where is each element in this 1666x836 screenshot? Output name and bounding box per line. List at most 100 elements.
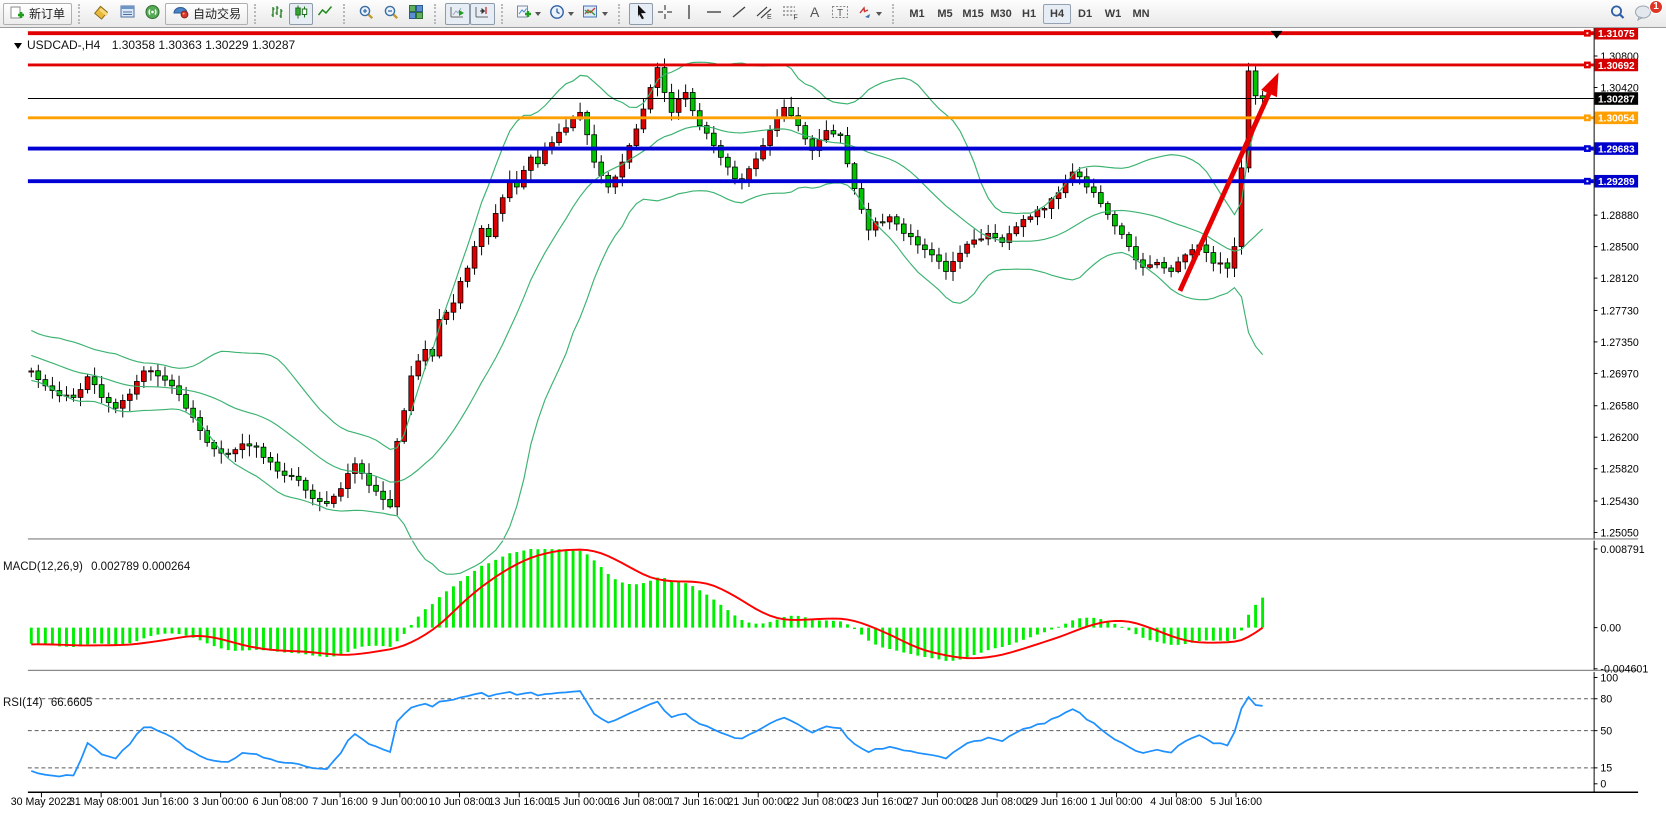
arrows-button[interactable] bbox=[853, 3, 886, 25]
price-tag-value: 1.31075 bbox=[1598, 29, 1635, 40]
panel-separator[interactable] bbox=[28, 538, 1638, 539]
rsi-axis-tick: 80 bbox=[1600, 694, 1612, 706]
time-axis-label: 1 Jul 00:00 bbox=[1091, 796, 1143, 808]
time-axis-label: 7 Jun 16:00 bbox=[312, 796, 368, 808]
price-axis-tick: 1.26200 bbox=[1600, 432, 1638, 444]
periods-button[interactable] bbox=[545, 3, 578, 25]
text-label-button[interactable]: T bbox=[827, 3, 853, 25]
time-axis-label: 6 Jun 08:00 bbox=[253, 796, 309, 808]
candlestick-chart-icon bbox=[293, 4, 309, 23]
price-tag-value: 1.30287 bbox=[1598, 94, 1635, 105]
horizontal-line-button[interactable] bbox=[701, 3, 727, 25]
time-axis-label: 1 Jun 16:00 bbox=[133, 796, 189, 808]
price-tag-value: 1.30054 bbox=[1598, 114, 1635, 125]
text-button[interactable]: A bbox=[803, 3, 827, 25]
panel-separator[interactable] bbox=[28, 670, 1638, 671]
periods-clock-icon bbox=[549, 4, 565, 23]
cursor-button[interactable] bbox=[629, 3, 653, 25]
rsi-axis-tick: 50 bbox=[1600, 726, 1612, 738]
templates-icon bbox=[582, 4, 599, 23]
toolbar-separator bbox=[892, 4, 899, 24]
time-axis-label: 29 Jun 16:00 bbox=[1026, 796, 1088, 808]
add-indicator-button[interactable] bbox=[512, 3, 545, 25]
chart-background bbox=[28, 28, 1638, 809]
price-axis-tick: 1.25820 bbox=[1600, 464, 1638, 476]
main-chart[interactable]: 1.308001.304201.288801.285001.281201.277… bbox=[0, 28, 1666, 836]
search-button[interactable] bbox=[1605, 3, 1630, 25]
toolbar-separator bbox=[343, 4, 350, 24]
timeframe-button-H1[interactable]: H1 bbox=[1015, 4, 1043, 24]
price-axis-tick: 1.25050 bbox=[1600, 527, 1638, 539]
timeframe-button-M15[interactable]: M15 bbox=[959, 4, 987, 24]
timeframe-button-D1[interactable]: D1 bbox=[1071, 4, 1099, 24]
data-window-button[interactable] bbox=[115, 3, 140, 25]
svg-text:F: F bbox=[794, 15, 798, 21]
line-chart-button[interactable] bbox=[313, 3, 337, 25]
data-window-icon bbox=[119, 4, 136, 23]
fibonacci-button[interactable]: F bbox=[777, 3, 803, 25]
templates-button[interactable] bbox=[578, 3, 612, 25]
price-axis-tick: 1.28500 bbox=[1600, 241, 1638, 253]
zoom-out-icon bbox=[383, 4, 400, 24]
line-chart-icon bbox=[317, 4, 333, 23]
text-label-icon: T bbox=[831, 4, 849, 23]
macd-name: MACD(12,26,9) bbox=[3, 561, 83, 573]
toolbar-separator bbox=[254, 4, 261, 24]
fibonacci-icon: F bbox=[781, 4, 799, 23]
market-watch-icon bbox=[93, 4, 111, 23]
macd-axis-tick: 0.008791 bbox=[1600, 544, 1644, 556]
tile-windows-icon bbox=[408, 4, 424, 23]
price-axis-tick: 1.25430 bbox=[1600, 496, 1638, 508]
chart-shift-icon bbox=[474, 4, 491, 23]
time-axis-label: 4 Jul 08:00 bbox=[1150, 796, 1202, 808]
chevron-down-icon bbox=[602, 12, 608, 16]
bar-chart-icon bbox=[269, 4, 285, 23]
chart-shift-button[interactable] bbox=[470, 3, 495, 25]
timeframe-button-M30[interactable]: M30 bbox=[987, 4, 1015, 24]
price-tag-value: 1.29683 bbox=[1598, 144, 1635, 155]
timeframe-button-H4[interactable]: H4 bbox=[1043, 4, 1071, 24]
auto-trading-icon bbox=[172, 4, 189, 23]
arrows-icon bbox=[857, 4, 873, 23]
svg-text:A: A bbox=[810, 4, 820, 20]
zoom-out-button[interactable] bbox=[379, 3, 404, 25]
zoom-in-icon bbox=[358, 4, 375, 24]
time-axis-label: 21 Jun 00:00 bbox=[727, 796, 789, 808]
tile-windows-button[interactable] bbox=[404, 3, 428, 25]
auto-scroll-button[interactable] bbox=[445, 3, 470, 25]
symbol-marker-icon bbox=[14, 43, 22, 49]
chart-symbol-period: USDCAD-,H4 bbox=[27, 38, 100, 52]
time-axis-label: 27 Jun 00:00 bbox=[907, 796, 969, 808]
market-watch-button[interactable] bbox=[89, 3, 115, 25]
price-axis-tick: 1.26580 bbox=[1600, 401, 1638, 413]
trading-terminal: { "toolbar": { "new_order_label": "新订单",… bbox=[0, 0, 1666, 836]
time-axis-label: 16 Jun 08:00 bbox=[608, 796, 670, 808]
timeframe-button-MN[interactable]: MN bbox=[1127, 4, 1155, 24]
zoom-in-button[interactable] bbox=[354, 3, 379, 25]
crosshair-button[interactable] bbox=[653, 3, 677, 25]
rsi-axis-tick: 15 bbox=[1600, 763, 1612, 775]
time-axis-label: 10 Jun 08:00 bbox=[429, 796, 491, 808]
timeframe-button-M5[interactable]: M5 bbox=[931, 4, 959, 24]
rsi-name: RSI(14) bbox=[3, 697, 43, 709]
signals-icon bbox=[144, 4, 161, 23]
toolbar-separator bbox=[618, 4, 625, 24]
timeframe-button-M1[interactable]: M1 bbox=[903, 4, 931, 24]
notifications-button[interactable]: 1 bbox=[1630, 3, 1657, 25]
vertical-line-button[interactable] bbox=[677, 3, 701, 25]
time-axis-label: 5 Jul 16:00 bbox=[1210, 796, 1262, 808]
price-tag-value: 1.29289 bbox=[1598, 177, 1635, 188]
bar-chart-button[interactable] bbox=[265, 3, 289, 25]
price-tag-value: 1.30692 bbox=[1598, 61, 1635, 72]
auto-trading-button[interactable]: 自动交易 bbox=[165, 3, 248, 25]
signals-button[interactable] bbox=[140, 3, 165, 25]
new-order-button[interactable]: 新订单 bbox=[3, 3, 72, 25]
time-axis-label: 9 Jun 00:00 bbox=[372, 796, 428, 808]
trendline-button[interactable] bbox=[727, 3, 751, 25]
macd-current-values: 0.002789 0.000264 bbox=[91, 561, 190, 573]
macd-indicator-label: MACD(12,26,9) 0.002789 0.000264 bbox=[3, 561, 190, 573]
equidistant-channel-icon: E bbox=[755, 4, 773, 23]
equidistant-channel-button[interactable]: E bbox=[751, 3, 777, 25]
timeframe-button-W1[interactable]: W1 bbox=[1099, 4, 1127, 24]
candlestick-chart-button[interactable] bbox=[289, 3, 313, 25]
